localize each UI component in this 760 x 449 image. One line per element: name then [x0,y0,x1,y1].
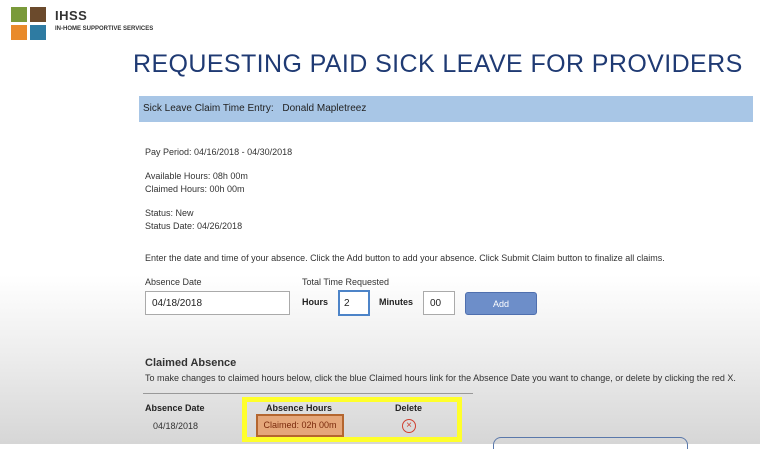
hours-label: Hours [302,297,329,307]
logo-square-brown [30,7,46,22]
logo-brand-sub: IN-HOME SUPPORTIVE SERVICES [55,26,154,32]
claimed-hours: Claimed Hours: 00h 00m [145,184,245,194]
row-absence-date: 04/18/2018 [153,421,199,431]
claimed-absence-title: Claimed Absence [145,357,237,369]
logo-square-green [11,7,27,22]
hours-input[interactable] [338,290,370,316]
claim-header-bar: Sick Leave Claim Time Entry: Donald Mapl… [139,96,753,122]
status-date: Status Date: 04/26/2018 [145,221,243,231]
table-header-divider [143,393,473,394]
absence-date-label: Absence Date [145,277,202,287]
total-time-label: Total Time Requested [302,277,390,287]
claimed-absence-instructions: To make changes to claimed hours below, … [145,373,736,383]
pay-period: Pay Period: 04/16/2018 - 04/30/2018 [145,147,293,157]
minutes-input[interactable] [423,291,455,315]
provider-name: Donald Mapletreez [282,103,367,114]
column-absence-date: Absence Date [145,403,205,413]
yellow-highlight-box [242,397,462,442]
logo-brand: IHSS [55,8,88,23]
logo-square-orange [11,25,27,40]
claim-header-label: Sick Leave Claim Time Entry: [143,103,274,114]
add-button[interactable]: Add [465,292,537,315]
minutes-label: Minutes [379,297,414,307]
page-title: REQUESTING PAID SICK LEAVE FOR PROVIDERS [133,50,743,78]
submit-claim-button-partial[interactable] [493,437,688,449]
available-hours: Available Hours: 08h 00m [145,171,248,181]
entry-instructions: Enter the date and time of your absence.… [145,253,665,263]
absence-date-input[interactable] [145,291,290,315]
status: Status: New [145,208,194,218]
logo-square-blue [30,25,46,40]
